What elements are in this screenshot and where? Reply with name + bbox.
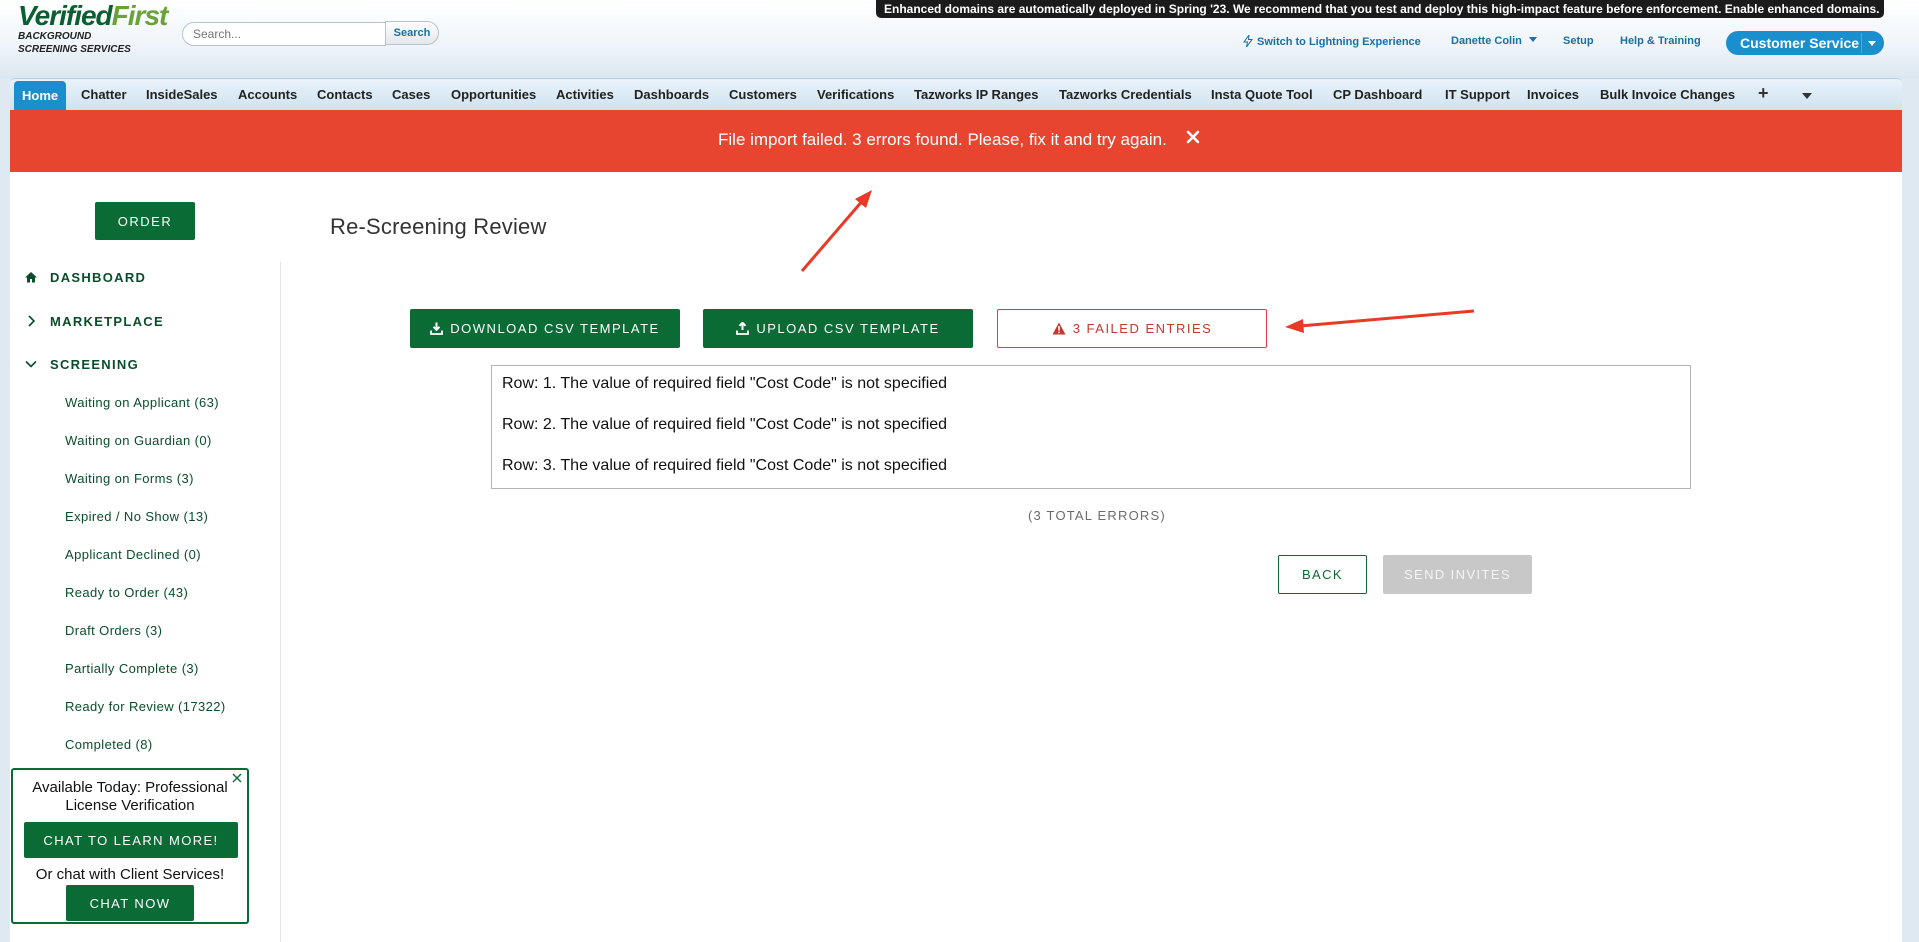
setup-link[interactable]: Setup [1563, 35, 1594, 47]
chat-alt-text: Or chat with Client Services! [35, 866, 225, 883]
tab-invoices[interactable]: Invoices [1527, 79, 1579, 111]
logo-tagline-2: SCREENING SERVICES [18, 44, 131, 55]
sidebar-item-dashboard[interactable]: DASHBOARD [24, 270, 146, 285]
tab-customers[interactable]: Customers [729, 79, 797, 111]
page-title: Re-Screening Review [330, 214, 547, 239]
tab-chatter[interactable]: Chatter [81, 79, 127, 111]
tab-it-support[interactable]: IT Support [1445, 79, 1510, 111]
sidebar-item-screening[interactable]: SCREENING [24, 357, 139, 372]
order-button[interactable]: ORDER [95, 202, 195, 240]
total-errors-count: (3 TOTAL ERRORS) [1028, 508, 1166, 523]
sidebar-item-draft-orders[interactable]: Draft Orders (3) [65, 623, 162, 638]
error-banner-message: File import failed. 3 errors found. Plea… [718, 130, 1167, 149]
app-switcher[interactable]: Customer Service [1726, 31, 1884, 55]
help-training-link[interactable]: Help & Training [1620, 35, 1701, 47]
sidebar-item-ready-for-review[interactable]: Ready for Review (17322) [65, 699, 226, 714]
sidebar-item-waiting-on-forms[interactable]: Waiting on Forms (3) [65, 471, 194, 486]
tab-insidesales[interactable]: InsideSales [146, 79, 218, 111]
verifiedfirst-logo[interactable]: VerifiedFirst BACKGROUND SCREENING SERVI… [18, 0, 178, 56]
chat-to-learn-more-button[interactable]: CHAT TO LEARN MORE! [24, 822, 238, 858]
error-banner: File import failed. 3 errors found. Plea… [10, 110, 1902, 172]
tab-activities[interactable]: Activities [556, 79, 614, 111]
sidebar-item-expired-no-show[interactable]: Expired / No Show (13) [65, 509, 208, 524]
lightning-icon [1243, 35, 1253, 47]
chevron-down-icon [1528, 37, 1537, 42]
logo-tagline-1: BACKGROUND [18, 31, 92, 42]
home-icon [25, 272, 37, 283]
search-button[interactable]: Search [385, 21, 439, 45]
app-switcher-divider [1861, 33, 1862, 53]
failed-entries-button[interactable]: 3 FAILED ENTRIES [997, 309, 1267, 348]
sidebar-item-partially-complete[interactable]: Partially Complete (3) [65, 661, 199, 676]
main-content: File import failed. 3 errors found. Plea… [10, 110, 1902, 942]
error-row: Row: 2. The value of required field "Cos… [502, 416, 948, 433]
warning-icon [1052, 322, 1066, 335]
tab-opportunities[interactable]: Opportunities [451, 79, 536, 111]
tab-bar: Home Chatter InsideSales Accounts Contac… [10, 78, 1902, 111]
user-name: Danette Colin [1451, 35, 1522, 47]
send-invites-button[interactable]: SEND INVITES [1383, 555, 1532, 594]
download-csv-template-label: DOWNLOAD CSV TEMPLATE [450, 321, 660, 336]
sidebar-item-completed[interactable]: Completed (8) [65, 737, 153, 752]
tab-insta-quote-tool[interactable]: Insta Quote Tool [1211, 79, 1313, 111]
sidebar-item-applicant-declined[interactable]: Applicant Declined (0) [65, 547, 201, 562]
back-button[interactable]: BACK [1278, 555, 1367, 594]
switch-to-lightning-link[interactable]: Switch to Lightning Experience [1243, 35, 1421, 48]
chevron-down-icon [25, 360, 37, 368]
tab-cp-dashboard[interactable]: CP Dashboard [1333, 79, 1422, 111]
error-list: Row: 1. The value of required field "Cos… [491, 365, 1691, 489]
error-row: Row: 1. The value of required field "Cos… [502, 375, 948, 392]
search-input[interactable] [182, 22, 386, 46]
app-header: VerifiedFirst BACKGROUND SCREENING SERVI… [0, 0, 1919, 78]
tab-verifications[interactable]: Verifications [817, 79, 894, 111]
chevron-right-icon [28, 315, 36, 327]
chat-promo-widget: Available Today: Professional License Ve… [11, 768, 249, 924]
logo-word-first: First [111, 0, 169, 31]
upload-csv-template-button[interactable]: UPLOAD CSV TEMPLATE [703, 309, 973, 348]
sidebar-label-screening: SCREENING [50, 357, 139, 372]
chat-now-button[interactable]: CHAT NOW [66, 885, 194, 921]
app-switcher-label: Customer Service [1740, 35, 1860, 51]
sidebar-item-ready-to-order[interactable]: Ready to Order (43) [65, 585, 188, 600]
add-tab-plus-icon[interactable]: + [1758, 83, 1769, 104]
tab-tazworks-ip-ranges[interactable]: Tazworks IP Ranges [914, 79, 1039, 111]
tab-contacts[interactable]: Contacts [317, 79, 373, 111]
enhanced-domains-announcement[interactable]: Enhanced domains are automatically deplo… [876, 0, 1884, 18]
sidebar-item-marketplace[interactable]: MARKETPLACE [24, 314, 164, 329]
tab-home[interactable]: Home [14, 81, 67, 111]
logo-word-verified: Verified [18, 0, 113, 31]
sidebar-item-waiting-on-applicant[interactable]: Waiting on Applicant (63) [65, 395, 219, 410]
user-menu[interactable]: Danette Colin [1451, 35, 1537, 47]
error-row: Row: 3. The value of required field "Cos… [502, 457, 948, 474]
sidebar-item-waiting-on-guardian[interactable]: Waiting on Guardian (0) [65, 433, 212, 448]
tab-tazworks-credentials[interactable]: Tazworks Credentials [1059, 79, 1192, 111]
upload-icon [736, 322, 750, 335]
tab-dashboards[interactable]: Dashboards [634, 79, 709, 111]
switch-to-lightning-label: Switch to Lightning Experience [1257, 36, 1421, 48]
upload-csv-template-label: UPLOAD CSV TEMPLATE [756, 321, 940, 336]
failed-entries-label: 3 FAILED ENTRIES [1072, 321, 1213, 336]
tab-bulk-invoice-changes[interactable]: Bulk Invoice Changes [1600, 79, 1735, 111]
tab-accounts[interactable]: Accounts [238, 79, 297, 111]
sidebar-label-dashboard: DASHBOARD [50, 270, 147, 285]
sidebar-label-marketplace: MARKETPLACE [50, 314, 164, 329]
close-icon[interactable] [1184, 128, 1202, 146]
chevron-down-icon [1868, 41, 1876, 46]
download-csv-template-button[interactable]: DOWNLOAD CSV TEMPLATE [410, 309, 680, 348]
tab-cases[interactable]: Cases [392, 79, 430, 111]
more-tabs-chevron-icon[interactable] [1802, 93, 1812, 99]
download-icon [430, 322, 444, 335]
chat-headline: Available Today: Professional License Ve… [32, 779, 228, 814]
sidebar-divider [280, 262, 281, 942]
